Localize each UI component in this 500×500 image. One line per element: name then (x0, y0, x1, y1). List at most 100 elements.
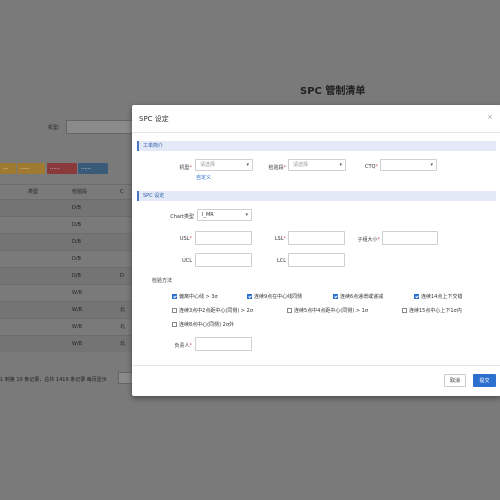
table-cell (120, 200, 130, 216)
table-row[interactable]: W/B (0, 284, 132, 301)
rule-checkbox-4[interactable]: 连续14点上下交错 (414, 293, 462, 300)
table-cell: W/B (72, 307, 83, 313)
machine-label: 机型* (179, 165, 192, 171)
table-cell (0, 302, 28, 318)
section-header-work-order: 工单简介 (137, 141, 496, 151)
lsl-label: LSL* (274, 236, 286, 242)
rule-checkbox-7[interactable]: 连续15点中心上下1σ内 (402, 307, 462, 314)
table-cell (28, 200, 72, 216)
table-cell (0, 319, 28, 335)
table-cell (0, 200, 28, 216)
table-cell: W/B (72, 324, 83, 330)
usl-input[interactable] (195, 231, 252, 245)
table-cell (120, 234, 130, 250)
checkbox-checked-icon (247, 294, 252, 299)
owner-input[interactable] (195, 337, 252, 351)
rule-label: 连续14点上下交错 (421, 294, 463, 300)
ctq-label: CTQ* (365, 164, 378, 170)
table-cell (28, 336, 72, 352)
rule-checkbox-3[interactable]: 连续6点递增或递减 (333, 293, 383, 300)
table-row[interactable]: D/B D (0, 267, 132, 284)
divider (132, 132, 500, 133)
ucl-input[interactable] (195, 253, 252, 267)
table-cell: D/B (72, 256, 81, 262)
rule-checkbox-6[interactable]: 连续5点中4点距中心(同侧) > 1σ (287, 307, 368, 314)
station-label: 检验段* (268, 165, 286, 171)
table-cell (0, 268, 28, 284)
section-header-spc: SPC 设定 (137, 191, 496, 201)
filter-input[interactable] (66, 120, 138, 134)
table-cell: 北 (120, 307, 126, 313)
checkbox-icon (172, 308, 177, 313)
chevron-down-icon: ▾ (246, 162, 249, 168)
rule-label: 连续8点中心(同侧) 2σ外 (179, 322, 235, 328)
table-row[interactable]: D/B (0, 216, 132, 233)
table-cell: 北 (120, 341, 126, 347)
table-cell (28, 251, 72, 267)
table-cell (28, 217, 72, 233)
rule-checkbox-2[interactable]: 连续9点在中心线同侧 (247, 293, 302, 300)
table-cell: D/B (72, 273, 81, 279)
pagination-info: 1 到第 10 条记录，总共 1419 条记录 每页显示 (0, 377, 107, 383)
table-cell: D (120, 273, 124, 279)
toolbar-button-1[interactable]: … (0, 163, 16, 174)
table-cell: W/B (72, 290, 83, 296)
table-cell (28, 302, 72, 318)
lsl-input[interactable] (288, 231, 345, 245)
toolbar-button-delete[interactable]: …… (47, 163, 77, 174)
checkbox-checked-icon (333, 294, 338, 299)
close-icon[interactable]: × (487, 113, 493, 121)
table-cell (28, 319, 72, 335)
lcl-label: LCL (276, 258, 286, 264)
table-row[interactable]: D/B (0, 250, 132, 267)
rule-checkbox-5[interactable]: 连续3点中2点距中心(同侧) > 2σ (172, 307, 253, 314)
station-select[interactable]: 请选择 ▾ (288, 159, 346, 171)
table-row[interactable]: W/B 北 (0, 335, 132, 352)
table-header: C (120, 189, 124, 195)
chevron-down-icon: ▾ (245, 212, 248, 218)
chart-type-label: Chart类型 (170, 214, 194, 220)
table-cell: D/B (72, 222, 81, 228)
table-header-row: 类型 检验段 C (0, 184, 132, 199)
rule-checkbox-1[interactable]: 偏离中心线 > 3σ (172, 293, 218, 300)
spc-settings-modal: SPC 设定 × 工单简介 机型* 请选择 ▾ 自定义 检验段* 请选择 ▾ CTQ… (132, 105, 500, 396)
table-row[interactable]: D/B (0, 199, 132, 216)
table-cell (120, 251, 130, 267)
chevron-down-icon: ▾ (339, 162, 342, 168)
custom-link[interactable]: 自定义 (196, 174, 211, 181)
table-cell (0, 217, 28, 233)
table-header: 类型 (28, 189, 39, 195)
table-cell: D/B (72, 205, 81, 211)
rule-checkbox-8[interactable]: 连续8点中心(同侧) 2σ外 (172, 321, 234, 328)
toolbar-button-2[interactable]: …… (17, 163, 45, 174)
chevron-down-icon: ▾ (430, 162, 433, 168)
table-cell (0, 234, 28, 250)
table-row[interactable]: W/B 北 (0, 318, 132, 335)
divider (132, 365, 500, 366)
chart-type-select[interactable]: I_MR ▾ (197, 209, 252, 221)
checkbox-icon (287, 308, 292, 313)
submit-button[interactable]: 提交 (473, 374, 496, 387)
rule-label: 连续15点中心上下1σ内 (409, 308, 462, 314)
subgroup-input[interactable] (382, 231, 438, 245)
checkbox-icon (172, 322, 177, 327)
lcl-input[interactable] (288, 253, 345, 267)
data-table: 类型 检验段 C D/B D/B D/B D/B D/B D W/B W/B 北… (0, 184, 132, 352)
ucl-label: UCL (182, 258, 192, 264)
ctq-select[interactable]: ▾ (380, 159, 437, 171)
checkbox-checked-icon (172, 294, 177, 299)
toolbar-button-search[interactable]: …… (78, 163, 108, 174)
table-cell (0, 251, 28, 267)
table-cell (0, 285, 28, 301)
checkbox-checked-icon (414, 294, 419, 299)
rule-label: 连续6点递增或递减 (340, 294, 384, 300)
table-cell: D/B (72, 239, 81, 245)
table-cell (28, 268, 72, 284)
machine-select[interactable]: 请选择 ▾ (195, 159, 253, 171)
cancel-button[interactable]: 取消 (444, 374, 466, 387)
table-row[interactable]: W/B 北 (0, 301, 132, 318)
usl-label: USL* (179, 236, 192, 242)
table-cell (0, 336, 28, 352)
table-row[interactable]: D/B (0, 233, 132, 250)
table-cell (28, 234, 72, 250)
